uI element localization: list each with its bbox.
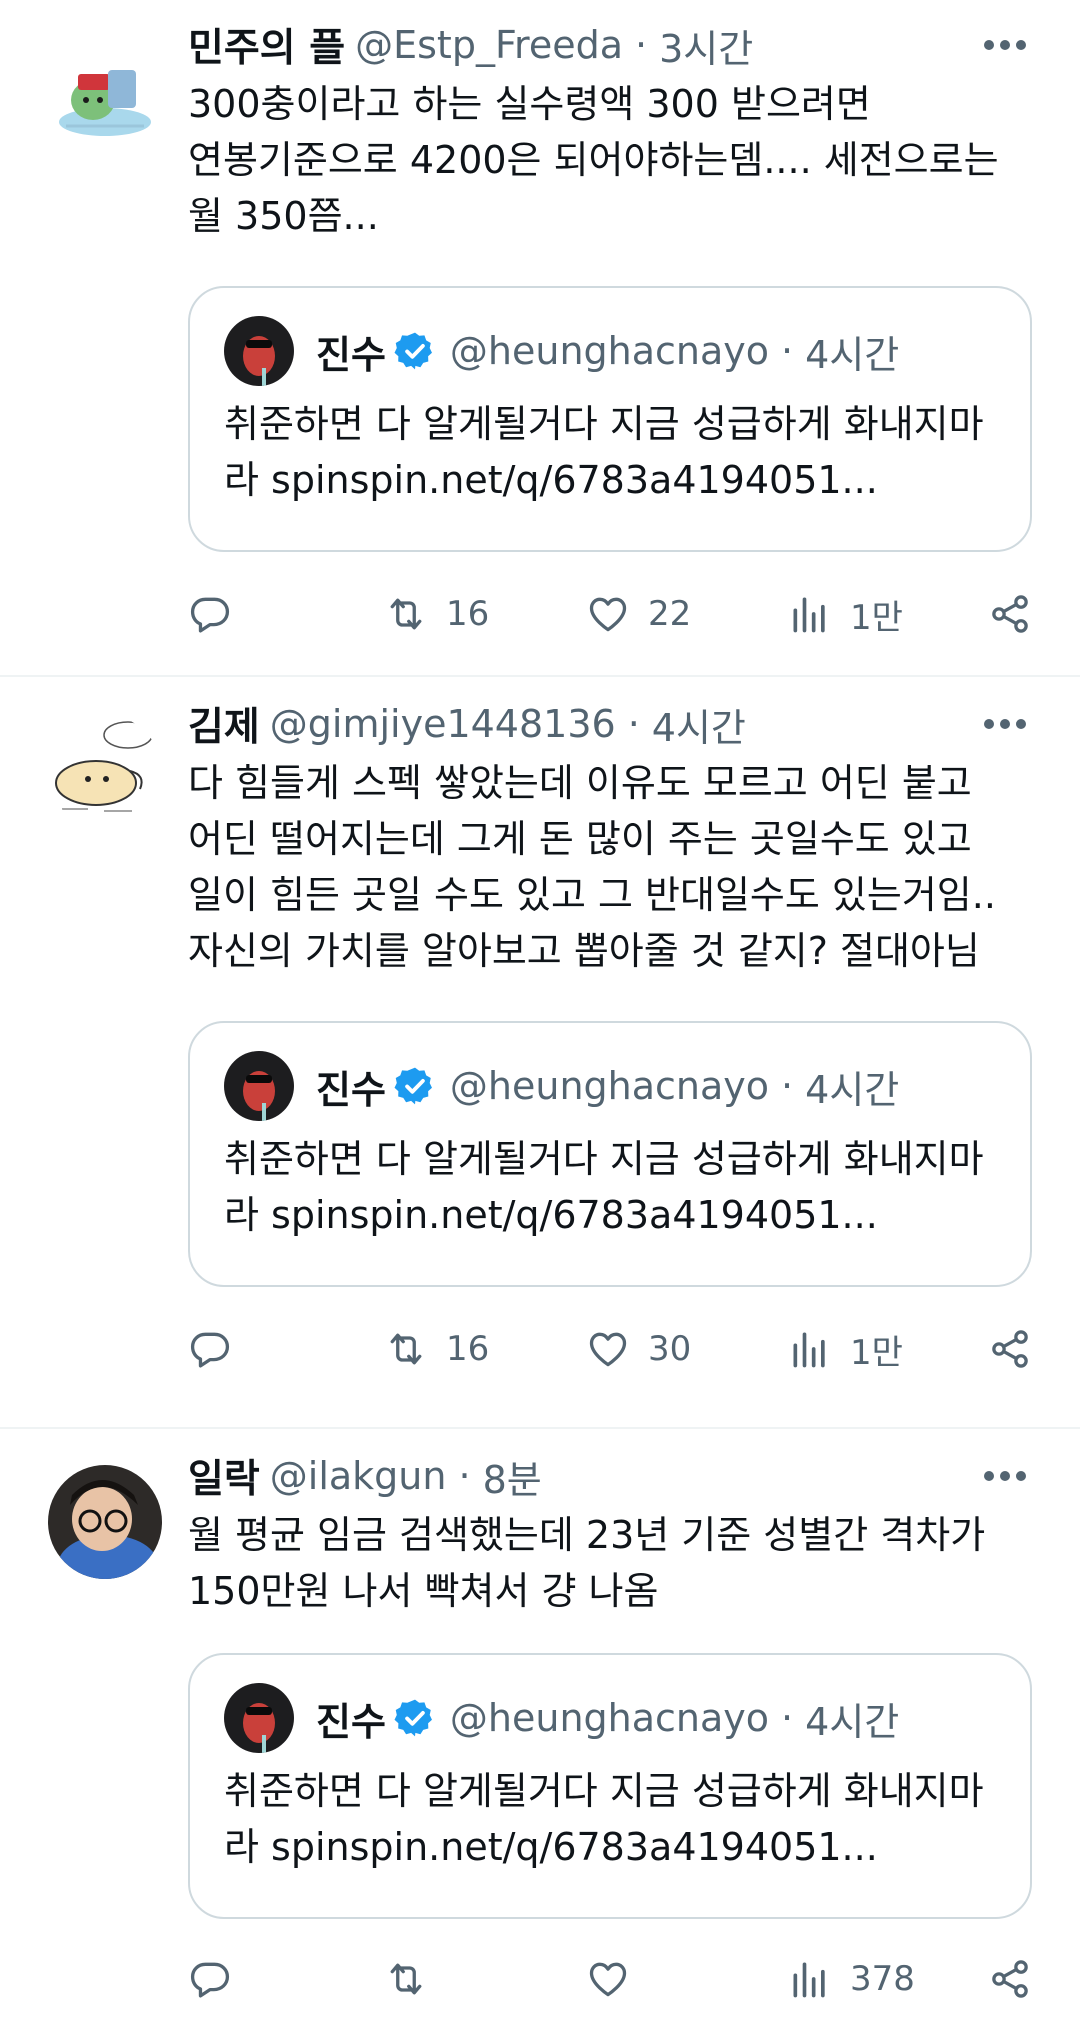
- more-icon[interactable]: [978, 18, 1032, 72]
- quoted-tweet-text: 취준하면 다 알게될거다 지금 성급하게 화내지마라 spinspin.net/…: [224, 1769, 984, 1869]
- quoted-avatar: [224, 316, 294, 386]
- share-button[interactable]: [988, 584, 1032, 644]
- share-icon: [992, 1330, 1028, 1368]
- tweet-header: 김제 @gimjiye1448136 · 4시간: [188, 697, 1032, 751]
- separator-dot: ·: [781, 1064, 794, 1108]
- quoted-tweet[interactable]: 진수 @heunghacnayo · 4시간 취준하면 다 알게될거다 지금 성…: [188, 1653, 1032, 1919]
- reply-icon: [190, 597, 230, 633]
- like-icon: [589, 597, 627, 632]
- like-button[interactable]: [586, 1949, 648, 2009]
- tweet[interactable]: 민주의 플 @Estp_Freeda · 3시간 300충이라고 하는 실수령액…: [0, 0, 1080, 677]
- tweet-actions: 16 22 1만: [188, 584, 1032, 644]
- separator-dot: ·: [627, 702, 640, 746]
- avatar-image: [48, 1465, 162, 1579]
- timeline-feed: 민주의 플 @Estp_Freeda · 3시간 300충이라고 하는 실수령액…: [0, 0, 1080, 2031]
- tweet-actions: 16 30 1만: [188, 1319, 1032, 1379]
- tweet[interactable]: 일락 @ilakgun · 8분 월 평균 임금 검색했는데 23년 기준 성별…: [0, 1429, 1080, 2031]
- retweet-button[interactable]: 16: [384, 584, 489, 644]
- display-name[interactable]: 김제: [188, 696, 260, 752]
- retweet-icon: [390, 1963, 422, 1995]
- views-button[interactable]: 1만: [788, 1319, 903, 1379]
- avatar-image: [48, 715, 162, 829]
- quoted-tweet[interactable]: 진수 @heunghacnayo · 4시간 취준하면 다 알게될거다 지금 성…: [188, 1021, 1032, 1287]
- quoted-display-name: 진수: [316, 1067, 386, 1112]
- separator-dot: ·: [781, 329, 794, 373]
- quoted-tweet-header: 진수 @heunghacnayo · 4시간: [224, 1683, 996, 1753]
- retweet-count: 16: [446, 1329, 490, 1369]
- reply-button[interactable]: [188, 1319, 250, 1379]
- avatar-image: [48, 34, 162, 148]
- reply-icon: [190, 1332, 230, 1368]
- quoted-avatar: [224, 1683, 294, 1753]
- quoted-tweet-header: 진수 @heunghacnayo · 4시간: [224, 316, 996, 386]
- tweet-header: 민주의 플 @Estp_Freeda · 3시간: [188, 18, 1032, 72]
- share-button[interactable]: [988, 1949, 1032, 2009]
- views-icon: [793, 597, 825, 633]
- tweet-text: 다 힘들게 스펙 쌓았는데 이유도 모르고 어딘 붙고 어딘 떨어지는데 그게 …: [188, 761, 996, 973]
- view-count: 378: [850, 1959, 915, 1999]
- user-handle[interactable]: @ilakgun: [270, 1454, 447, 1498]
- verified-icon: [394, 330, 436, 372]
- retweet-icon: [390, 598, 422, 630]
- display-name[interactable]: 일락: [188, 1448, 260, 1504]
- like-count: 30: [648, 1329, 692, 1369]
- views-button[interactable]: 378: [788, 1949, 915, 2009]
- retweet-icon: [390, 1333, 422, 1365]
- quoted-timestamp: 4시간: [805, 332, 900, 377]
- separator-dot: ·: [458, 1454, 471, 1498]
- tweet-actions: 378: [188, 1949, 1032, 2009]
- quoted-display-name: 진수: [316, 1699, 386, 1744]
- separator-dot: ·: [781, 1696, 794, 1740]
- separator-dot: ·: [634, 23, 648, 67]
- share-button[interactable]: [988, 1319, 1032, 1379]
- avatar[interactable]: [48, 1465, 162, 1579]
- retweet-button[interactable]: [384, 1949, 446, 2009]
- like-icon: [589, 1962, 627, 1997]
- timestamp[interactable]: 4시간: [652, 697, 746, 752]
- quoted-tweet-header: 진수 @heunghacnayo · 4시간: [224, 1051, 996, 1121]
- timestamp[interactable]: 3시간: [659, 18, 753, 73]
- view-count: 1만: [850, 1332, 903, 1373]
- more-icon[interactable]: [978, 1449, 1032, 1503]
- retweet-button[interactable]: 16: [384, 1319, 489, 1379]
- reply-button[interactable]: [188, 1949, 250, 2009]
- views-button[interactable]: 1만: [788, 584, 903, 644]
- tweet-text: 월 평균 임금 검색했는데 23년 기준 성별간 격차가 150만원 나서 빡쳐…: [188, 1513, 986, 1613]
- avatar[interactable]: [48, 34, 162, 148]
- retweet-count: 16: [446, 594, 490, 634]
- quoted-avatar: [224, 1051, 294, 1121]
- like-icon: [589, 1332, 627, 1367]
- reply-button[interactable]: [188, 584, 250, 644]
- views-icon: [793, 1332, 825, 1368]
- display-name[interactable]: 민주의 플: [188, 17, 345, 73]
- avatar[interactable]: [48, 715, 162, 829]
- user-handle[interactable]: @Estp_Freeda: [355, 23, 623, 67]
- share-icon: [992, 1960, 1028, 1998]
- quoted-user-handle: @heunghacnayo: [449, 1064, 770, 1108]
- more-icon[interactable]: [978, 697, 1032, 751]
- quoted-tweet-text: 취준하면 다 알게될거다 지금 성급하게 화내지마라 spinspin.net/…: [224, 402, 984, 502]
- views-icon: [793, 1962, 825, 1998]
- quoted-tweet-text: 취준하면 다 알게될거다 지금 성급하게 화내지마라 spinspin.net/…: [224, 1137, 984, 1237]
- quoted-user-handle: @heunghacnayo: [449, 329, 770, 373]
- quoted-timestamp: 4시간: [805, 1067, 900, 1112]
- timestamp[interactable]: 8분: [483, 1449, 542, 1504]
- like-button[interactable]: 30: [586, 1319, 691, 1379]
- like-button[interactable]: 22: [586, 584, 691, 644]
- verified-icon: [394, 1065, 436, 1107]
- view-count: 1만: [850, 597, 903, 638]
- user-handle[interactable]: @gimjiye1448136: [270, 702, 616, 746]
- like-count: 22: [648, 594, 692, 634]
- quoted-display-name: 진수: [316, 332, 386, 377]
- share-icon: [992, 595, 1028, 633]
- verified-icon: [394, 1697, 436, 1739]
- tweet[interactable]: 김제 @gimjiye1448136 · 4시간 다 힘들게 스펙 쌓았는데 이…: [0, 677, 1080, 1429]
- tweet-header: 일락 @ilakgun · 8분: [188, 1449, 1032, 1503]
- quoted-user-handle: @heunghacnayo: [449, 1696, 770, 1740]
- reply-icon: [190, 1962, 230, 1998]
- quoted-timestamp: 4시간: [805, 1699, 900, 1744]
- quoted-tweet[interactable]: 진수 @heunghacnayo · 4시간 취준하면 다 알게될거다 지금 성…: [188, 286, 1032, 552]
- tweet-text: 300충이라고 하는 실수령액 300 받으려면 연봉기준으로 4200은 되어…: [188, 82, 999, 238]
